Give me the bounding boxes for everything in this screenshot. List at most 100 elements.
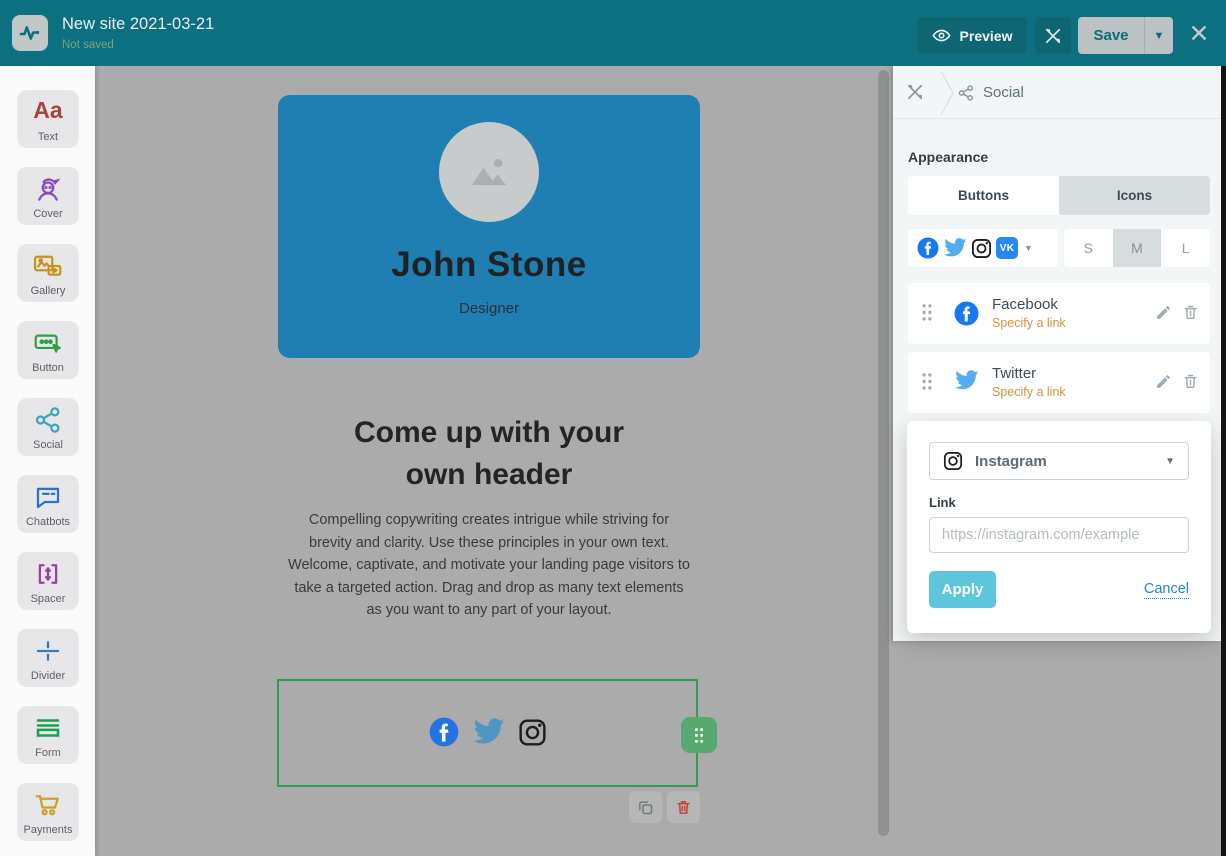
facebook-icon [917, 237, 939, 259]
twitter-icon[interactable] [472, 718, 505, 746]
save-status: Not saved [62, 39, 114, 51]
edit-pencil-icon[interactable] [1155, 304, 1172, 321]
breadcrumb-separator [940, 71, 954, 115]
design-tools-button[interactable] [1035, 17, 1071, 54]
sidebar-item-gallery[interactable]: Gallery [17, 244, 79, 302]
selected-network: Instagram [975, 452, 1047, 470]
network-row-twitter: Twitter Specify a link [908, 352, 1210, 413]
link-label: Link [929, 495, 956, 510]
instagram-icon [943, 451, 963, 471]
size-option-s[interactable]: S [1064, 229, 1113, 267]
appearance-tabs: Buttons Icons [908, 176, 1210, 215]
trash-icon[interactable] [1182, 304, 1199, 321]
sidebar-item-spacer[interactable]: Spacer [17, 552, 79, 610]
vk-icon: VK [996, 237, 1018, 259]
avatar-placeholder [439, 122, 539, 222]
sidebar-item-divider[interactable]: Divider [17, 629, 79, 687]
facebook-icon [954, 301, 979, 326]
app-logo[interactable] [12, 15, 48, 51]
text-block[interactable]: Compelling copywriting creates intrigue … [288, 509, 690, 622]
save-dropdown-button[interactable]: ▼ [1145, 30, 1173, 42]
save-button[interactable]: Save [1078, 27, 1144, 44]
heading-block[interactable]: Come up with your own header [278, 412, 700, 496]
delete-block-button[interactable] [667, 791, 700, 823]
duplicate-block-button[interactable] [629, 791, 662, 823]
sidebar-item-label: Spacer [30, 593, 66, 605]
drag-dots-icon [694, 727, 704, 743]
instagram-icon[interactable] [518, 718, 547, 747]
sidebar-item-social[interactable]: Social [17, 398, 79, 456]
settings-panel: Social Appearance Buttons Icons VK ▼ S M… [893, 66, 1226, 856]
specify-link[interactable]: Specify a link [992, 316, 1066, 330]
chevron-down-icon: ▼ [1165, 455, 1175, 467]
block-actions [629, 791, 700, 823]
network-select[interactable]: Instagram ▼ [929, 442, 1189, 480]
widgets-sidebar: Aa Text Cover Gallery Button Social Chat… [0, 66, 95, 856]
close-button[interactable]: ✕ [1184, 19, 1214, 49]
size-option-m-selected[interactable]: M [1112, 229, 1162, 267]
chatbots-icon [36, 487, 60, 509]
pulse-icon [19, 26, 40, 40]
specify-link[interactable]: Specify a link [992, 385, 1066, 399]
sidebar-item-cover[interactable]: Cover [17, 167, 79, 225]
sidebar-item-label: Form [35, 747, 61, 759]
sidebar-item-chatbots[interactable]: Chatbots [17, 475, 79, 533]
social-share-icon [35, 407, 60, 433]
edit-pencil-icon[interactable] [1155, 373, 1172, 390]
sidebar-item-label: Cover [33, 208, 63, 220]
form-icon [36, 719, 60, 737]
network-name: Twitter [992, 365, 1037, 382]
social-share-icon [957, 84, 975, 102]
trash-icon [677, 800, 690, 814]
sidebar-item-label: Payments [23, 824, 73, 836]
cover-block[interactable]: John Stone Designer [278, 95, 700, 358]
twitter-icon [944, 238, 967, 257]
profile-name: John Stone [391, 245, 587, 284]
image-placeholder-icon [472, 159, 506, 185]
block-drag-handle[interactable] [681, 717, 717, 753]
sidebar-item-label: Divider [30, 670, 66, 682]
duplicate-icon [639, 800, 653, 814]
panel-breadcrumb: Social [893, 66, 1221, 119]
facebook-icon[interactable] [429, 717, 459, 747]
drag-dots-icon[interactable] [920, 303, 934, 322]
cancel-link[interactable]: Cancel [1143, 581, 1189, 599]
network-name: Facebook [992, 296, 1058, 313]
sidebar-item-label: Text [37, 131, 59, 143]
editor-footer: Apply Cancel [929, 571, 1189, 608]
apply-button[interactable]: Apply [929, 571, 996, 608]
window-edge [1221, 66, 1226, 856]
sidebar-item-label: Social [33, 439, 63, 451]
site-title: New site 2021-03-21 [62, 15, 215, 33]
trash-icon[interactable] [1182, 373, 1199, 390]
sidebar-item-text[interactable]: Aa Text [17, 90, 79, 148]
save-split-button: Save ▼ [1078, 17, 1173, 54]
profile-role: Designer [458, 300, 520, 317]
preview-label: Preview [959, 27, 1013, 44]
sidebar-item-label: Button [32, 362, 64, 374]
page-canvas: John Stone Designer Come up with your ow… [95, 66, 893, 856]
size-option-l[interactable]: L [1161, 229, 1210, 267]
sidebar-item-button[interactable]: Button [17, 321, 79, 379]
preview-button[interactable]: Preview [917, 17, 1027, 54]
twitter-icon [955, 370, 979, 390]
sidebar-item-payments[interactable]: Payments [17, 783, 79, 841]
eye-icon [931, 29, 951, 42]
drag-dots-icon[interactable] [920, 372, 934, 391]
button-icon [34, 334, 61, 353]
breadcrumb-widget-label: Social [983, 84, 1024, 101]
tab-icons[interactable]: Icons [1059, 176, 1210, 215]
crossed-tools-icon [907, 84, 923, 100]
canvas-scrollbar[interactable] [878, 70, 889, 836]
social-share-icon [958, 85, 973, 101]
chevron-down-icon: ▼ [1024, 243, 1033, 253]
breadcrumb-tools-button[interactable] [905, 82, 925, 102]
social-block-selected[interactable] [277, 679, 717, 787]
tab-buttons[interactable]: Buttons [908, 176, 1059, 215]
divider-icon [36, 641, 60, 661]
sidebar-item-label: Gallery [30, 285, 66, 297]
link-input[interactable] [929, 517, 1189, 553]
networks-selector[interactable]: VK ▼ [908, 229, 1058, 267]
appearance-heading: Appearance [908, 149, 989, 165]
sidebar-item-form[interactable]: Form [17, 706, 79, 764]
